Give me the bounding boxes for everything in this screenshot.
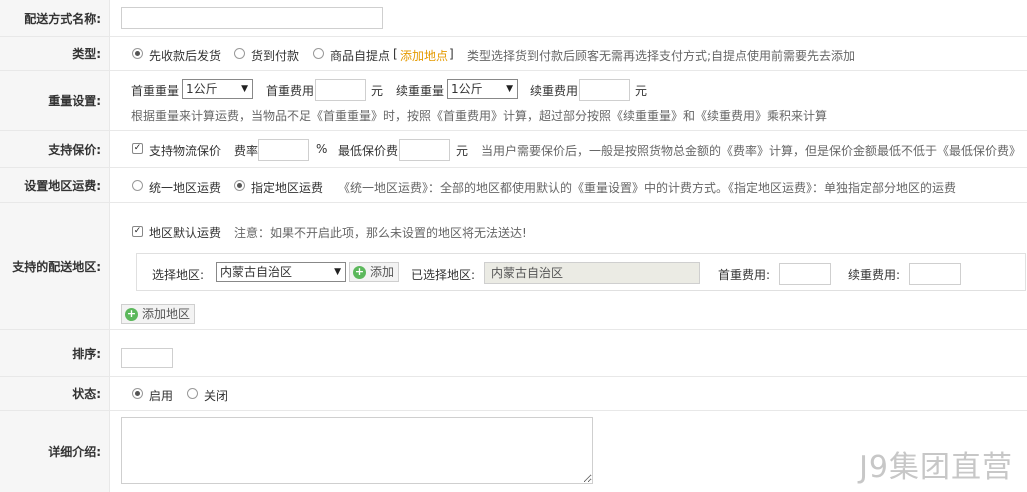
select-area-label: 选择地区:: [152, 268, 205, 282]
area-first-fee-label: 首重费用:: [718, 268, 771, 282]
detail-textarea[interactable]: [121, 417, 593, 484]
status-label: 状态:: [0, 377, 110, 410]
select-area-value: 内蒙古自治区: [220, 265, 293, 279]
weight-hint: 根据重量来计算运费，当物品不足《首重重量》时，按照《首重费用》计算，超过部分按照…: [131, 109, 828, 123]
rate-percent: %: [316, 142, 328, 156]
shipping-name-input[interactable]: [121, 7, 383, 29]
min-fee-unit: 元: [456, 144, 469, 158]
type-radio-pickup[interactable]: [313, 48, 324, 59]
cont-weight-value: 1公斤: [451, 82, 483, 96]
area-label: 支持的配送地区:: [0, 203, 110, 329]
add-location-bracket-close: ]: [449, 47, 454, 61]
sort-input[interactable]: [121, 348, 173, 368]
area-fee-hint: 《统一地区运费》：全部的地区都使用默认的《重量设置》中的计费方式。《指定地区运费…: [338, 181, 957, 195]
chevron-down-icon: ▼: [241, 84, 248, 94]
name-label: 配送方式名称:: [0, 0, 110, 36]
type-label: 类型:: [0, 37, 110, 70]
weight-row: 重量设置: 首重重量 1公斤 ▼ 首重费用 元 续重重量 1公斤 ▼ 续重费用 …: [0, 71, 1027, 131]
add-location-link[interactable]: 添加地点: [400, 47, 448, 64]
cont-fee-unit: 元: [635, 84, 648, 98]
type-option-pickup: 商品自提点: [330, 49, 391, 63]
area-cont-fee-label: 续重费用:: [848, 268, 901, 282]
area-fee-radio-specified[interactable]: [234, 180, 245, 191]
first-fee-unit: 元: [371, 84, 384, 98]
status-radio-disabled[interactable]: [187, 388, 198, 399]
area-fee-radio-unified[interactable]: [132, 180, 143, 191]
type-option-prepay: 先收款后发货: [149, 49, 222, 63]
add-area-button-label: 添加地区: [142, 307, 191, 321]
area-first-fee-input[interactable]: [779, 263, 831, 285]
add-area-item-button[interactable]: + 添加: [349, 262, 400, 282]
selected-area-label: 已选择地区:: [411, 268, 476, 282]
area-fee-label: 设置地区运费:: [0, 168, 110, 202]
type-radio-cod[interactable]: [234, 48, 245, 59]
status-option-disabled: 关闭: [204, 389, 229, 403]
selected-area-value: 内蒙古自治区: [491, 266, 564, 280]
weight-label: 重量设置:: [0, 71, 110, 130]
insure-label: 支持保价:: [0, 131, 110, 167]
sort-row: 排序:: [0, 330, 1027, 377]
first-fee-input[interactable]: [315, 79, 366, 101]
status-option-enabled: 启用: [149, 389, 174, 403]
area-fee-option-unified: 统一地区运费: [149, 181, 222, 195]
default-fee-hint: 注意：如果不开启此项，那么未设置的地区将无法送达!: [234, 226, 527, 240]
area-cont-fee-input[interactable]: [909, 263, 961, 285]
default-fee-checkbox-label: 地区默认运费: [149, 226, 222, 240]
watermark-text: J9集团直营: [859, 450, 1013, 485]
cont-weight-label: 续重重量: [396, 84, 445, 98]
area-fee-option-specified: 指定地区运费: [251, 181, 324, 195]
rate-label: 费率: [234, 144, 259, 158]
sort-label: 排序:: [0, 330, 110, 376]
type-radio-prepay[interactable]: [132, 48, 143, 59]
insure-checkbox-label: 支持物流保价: [149, 144, 222, 158]
add-location-bracket-open: [: [393, 47, 398, 61]
first-weight-select[interactable]: 1公斤 ▼: [182, 79, 253, 99]
cont-weight-select[interactable]: 1公斤 ▼: [447, 79, 518, 99]
type-hint: 类型选择货到付款后顾客无需再选择支付方式;自提点使用前需要先去添加: [467, 49, 856, 63]
first-weight-value: 1公斤: [186, 82, 218, 96]
insure-checkbox[interactable]: ✓: [132, 143, 143, 154]
type-row: 类型: 先收款后发货 货到付款 商品自提点 [ 添加地点 ] 类型选择货到付款后…: [0, 37, 1027, 71]
area-fee-row: 设置地区运费: 统一地区运费 指定地区运费 《统一地区运费》：全部的地区都使用默…: [0, 168, 1027, 203]
cont-fee-label: 续重费用: [530, 84, 579, 98]
add-area-button[interactable]: + 添加地区: [121, 304, 196, 324]
chevron-down-icon: ▼: [334, 267, 341, 277]
area-row: 支持的配送地区: ✓ 地区默认运费 注意：如果不开启此项，那么未设置的地区将无法…: [0, 203, 1027, 330]
chevron-down-icon: ▼: [506, 84, 513, 94]
status-radio-enabled[interactable]: [132, 388, 143, 399]
select-area-select[interactable]: 内蒙古自治区 ▼: [216, 262, 346, 282]
insure-hint: 当用户需要保价后，一般是按照货物总金额的《费率》计算，但是保价金额最低不低于《最…: [481, 144, 1022, 158]
cont-fee-input[interactable]: [579, 79, 630, 101]
min-fee-label: 最低保价费: [338, 144, 399, 158]
min-fee-input[interactable]: [399, 139, 450, 161]
name-row: 配送方式名称:: [0, 0, 1027, 37]
type-option-cod: 货到付款: [251, 49, 300, 63]
first-weight-label: 首重重量: [131, 84, 180, 98]
plus-icon: +: [353, 265, 366, 279]
status-row: 状态: 启用 关闭: [0, 377, 1027, 411]
plus-icon: +: [125, 307, 138, 321]
first-fee-label: 首重费用: [266, 84, 315, 98]
detail-label: 详细介绍:: [0, 411, 110, 492]
default-fee-checkbox[interactable]: ✓: [132, 226, 143, 237]
rate-input[interactable]: [258, 139, 309, 161]
insure-row: 支持保价: ✓ 支持物流保价 费率 % 最低保价费 元 当用户需要保价后，一般是…: [0, 131, 1027, 168]
selected-area-display: 内蒙古自治区: [484, 262, 700, 284]
add-area-item-label: 添加: [370, 265, 395, 279]
